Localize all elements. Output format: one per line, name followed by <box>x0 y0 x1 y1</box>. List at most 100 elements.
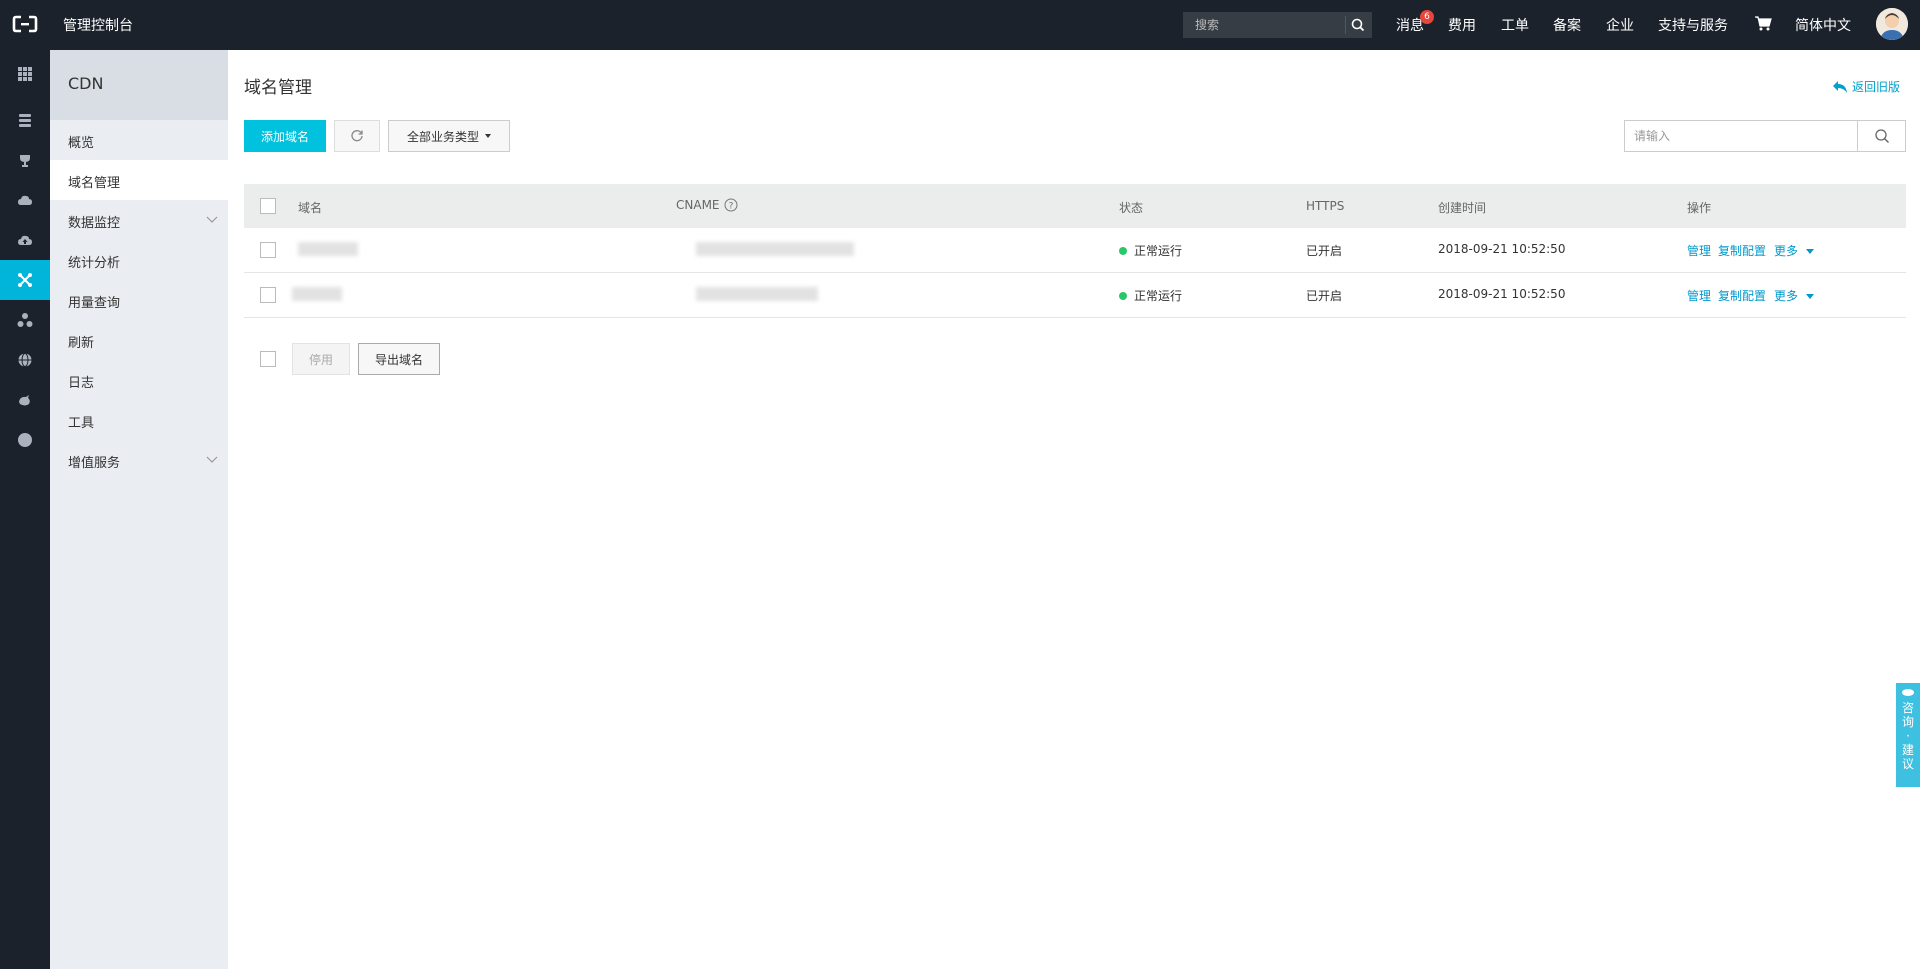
user-avatar-icon <box>1876 8 1908 40</box>
reply-arrow-icon <box>1833 80 1847 93</box>
message-badge: 6 <box>1420 10 1434 24</box>
rail-cloud-upload[interactable] <box>0 220 50 260</box>
sidebar-item-refresh[interactable]: 刷新 <box>50 320 228 360</box>
manage-link[interactable]: 管理 <box>1687 287 1711 304</box>
chevron-down-icon <box>206 456 218 463</box>
page-title: 域名管理 <box>244 78 312 98</box>
rail-ecs[interactable] <box>0 100 50 140</box>
cdn-icon <box>18 273 32 287</box>
back-to-old-version-link[interactable]: 返回旧版 <box>1832 78 1900 95</box>
main-content: 域名管理 返回旧版 添加域名 全部业务类型 域名 CNAME <box>228 50 1920 969</box>
domain-search-input[interactable] <box>1625 121 1857 151</box>
sidebar-item-overview[interactable]: 概览 <box>50 120 228 160</box>
column-cname-label: CNAME <box>676 198 720 212</box>
network-icon <box>17 313 33 327</box>
status-text: 正常运行 <box>1134 289 1183 303</box>
nav-billing[interactable]: 费用 <box>1448 15 1476 35</box>
disable-button[interactable]: 停用 <box>292 343 350 375</box>
search-icon <box>1874 129 1889 143</box>
product-rail <box>0 50 50 969</box>
apps-grid-icon <box>18 67 32 81</box>
sidebar-item-logs[interactable]: 日志 <box>50 360 228 400</box>
search-icon[interactable] <box>1348 16 1368 34</box>
more-label: 更多 <box>1774 289 1799 303</box>
status-text: 正常运行 <box>1134 244 1183 258</box>
status-cell: 正常运行 <box>1119 287 1182 304</box>
feedback-char: 议 <box>1901 757 1914 771</box>
rail-bird[interactable] <box>0 380 50 420</box>
https-cell: 已开启 <box>1306 244 1343 258</box>
https-cell: 已开启 <box>1306 289 1343 303</box>
rail-cloud[interactable] <box>0 180 50 220</box>
more-dropdown[interactable]: 更多 <box>1774 242 1815 259</box>
cloud-icon <box>18 195 32 205</box>
column-status[interactable]: 状态 <box>1119 199 1143 216</box>
aliyun-logo-icon[interactable] <box>12 14 38 34</box>
row-checkbox[interactable] <box>260 242 276 258</box>
sidebar-item-monitoring-label: 数据监控 <box>68 216 121 231</box>
more-label: 更多 <box>1774 244 1799 258</box>
bulk-select-checkbox[interactable] <box>260 351 276 367</box>
business-type-select[interactable]: 全部业务类型 <box>388 120 510 152</box>
created-cell: 2018-09-21 10:52:50 <box>1438 287 1566 301</box>
rail-apps[interactable] <box>0 54 50 94</box>
sidebar-item-usage[interactable]: 用量查询 <box>50 280 228 320</box>
rail-globe[interactable] <box>0 340 50 380</box>
status-dot-icon <box>1119 247 1127 255</box>
sidebar-item-value-added[interactable]: 增值服务 <box>50 440 228 480</box>
sidebar-item-domains[interactable]: 域名管理 <box>50 160 228 200</box>
sidebar-item-tools[interactable]: 工具 <box>50 400 228 440</box>
domain-redacted[interactable] <box>292 287 342 301</box>
table-row: 正常运行 已开启 2018-09-21 10:52:50 管理 复制配置 更多 <box>244 228 1906 273</box>
rail-circle[interactable] <box>0 420 50 460</box>
nav-language[interactable]: 简体中文 <box>1795 15 1851 35</box>
select-all-checkbox[interactable] <box>260 198 276 214</box>
row-checkbox[interactable] <box>260 287 276 303</box>
rail-trophy[interactable] <box>0 140 50 180</box>
back-link-label: 返回旧版 <box>1852 80 1901 94</box>
sidebar-item-monitoring[interactable]: 数据监控 <box>50 200 228 240</box>
nav-support[interactable]: 支持与服务 <box>1658 15 1728 35</box>
bird-icon <box>19 395 30 406</box>
sidebar-item-statistics[interactable]: 统计分析 <box>50 240 228 280</box>
cname-redacted <box>696 242 854 256</box>
status-cell: 正常运行 <box>1119 242 1182 259</box>
cname-redacted <box>696 287 818 301</box>
more-dropdown[interactable]: 更多 <box>1774 287 1815 304</box>
column-https[interactable]: HTTPS <box>1306 199 1344 213</box>
nav-tickets[interactable]: 工单 <box>1501 15 1529 35</box>
add-domain-button[interactable]: 添加域名 <box>244 120 326 152</box>
help-icon[interactable]: ? <box>724 198 738 212</box>
global-search <box>1183 12 1372 38</box>
console-title[interactable]: 管理控制台 <box>63 15 133 35</box>
feedback-char: 咨 <box>1901 701 1914 715</box>
feedback-tab[interactable]: 咨 询 · 建 议 <box>1896 683 1920 787</box>
cart-icon[interactable] <box>1754 14 1772 32</box>
copy-config-link[interactable]: 复制配置 <box>1718 242 1766 259</box>
chat-icon <box>1902 689 1914 696</box>
trophy-icon <box>20 155 30 167</box>
column-domain[interactable]: 域名 <box>298 199 322 216</box>
manage-link[interactable]: 管理 <box>1687 242 1711 259</box>
nav-enterprise[interactable]: 企业 <box>1606 15 1634 35</box>
column-actions: 操作 <box>1687 201 1712 215</box>
copy-config-link[interactable]: 复制配置 <box>1718 287 1766 304</box>
top-bar: 管理控制台 消息 6 费用 工单 备案 企业 支持与服务 简体中文 <box>0 0 1920 50</box>
column-created[interactable]: 创建时间 <box>1438 199 1486 216</box>
sidebar-title: CDN <box>50 50 228 120</box>
rail-cdn[interactable] <box>0 260 50 300</box>
rail-network[interactable] <box>0 300 50 340</box>
avatar[interactable] <box>1876 8 1908 40</box>
feedback-char: 建 <box>1901 743 1914 757</box>
feedback-char: 询 <box>1901 715 1914 729</box>
refresh-button[interactable] <box>334 120 380 152</box>
cloud-upload-icon <box>18 235 32 245</box>
refresh-icon <box>351 130 363 142</box>
domain-search-button[interactable] <box>1858 121 1905 151</box>
global-search-input[interactable] <box>1183 12 1345 38</box>
nav-icp[interactable]: 备案 <box>1553 15 1581 35</box>
column-cname[interactable]: CNAME ? <box>676 198 738 212</box>
domain-redacted[interactable] <box>298 242 358 256</box>
export-domains-button[interactable]: 导出域名 <box>358 343 440 375</box>
caret-down-icon <box>1806 249 1815 254</box>
